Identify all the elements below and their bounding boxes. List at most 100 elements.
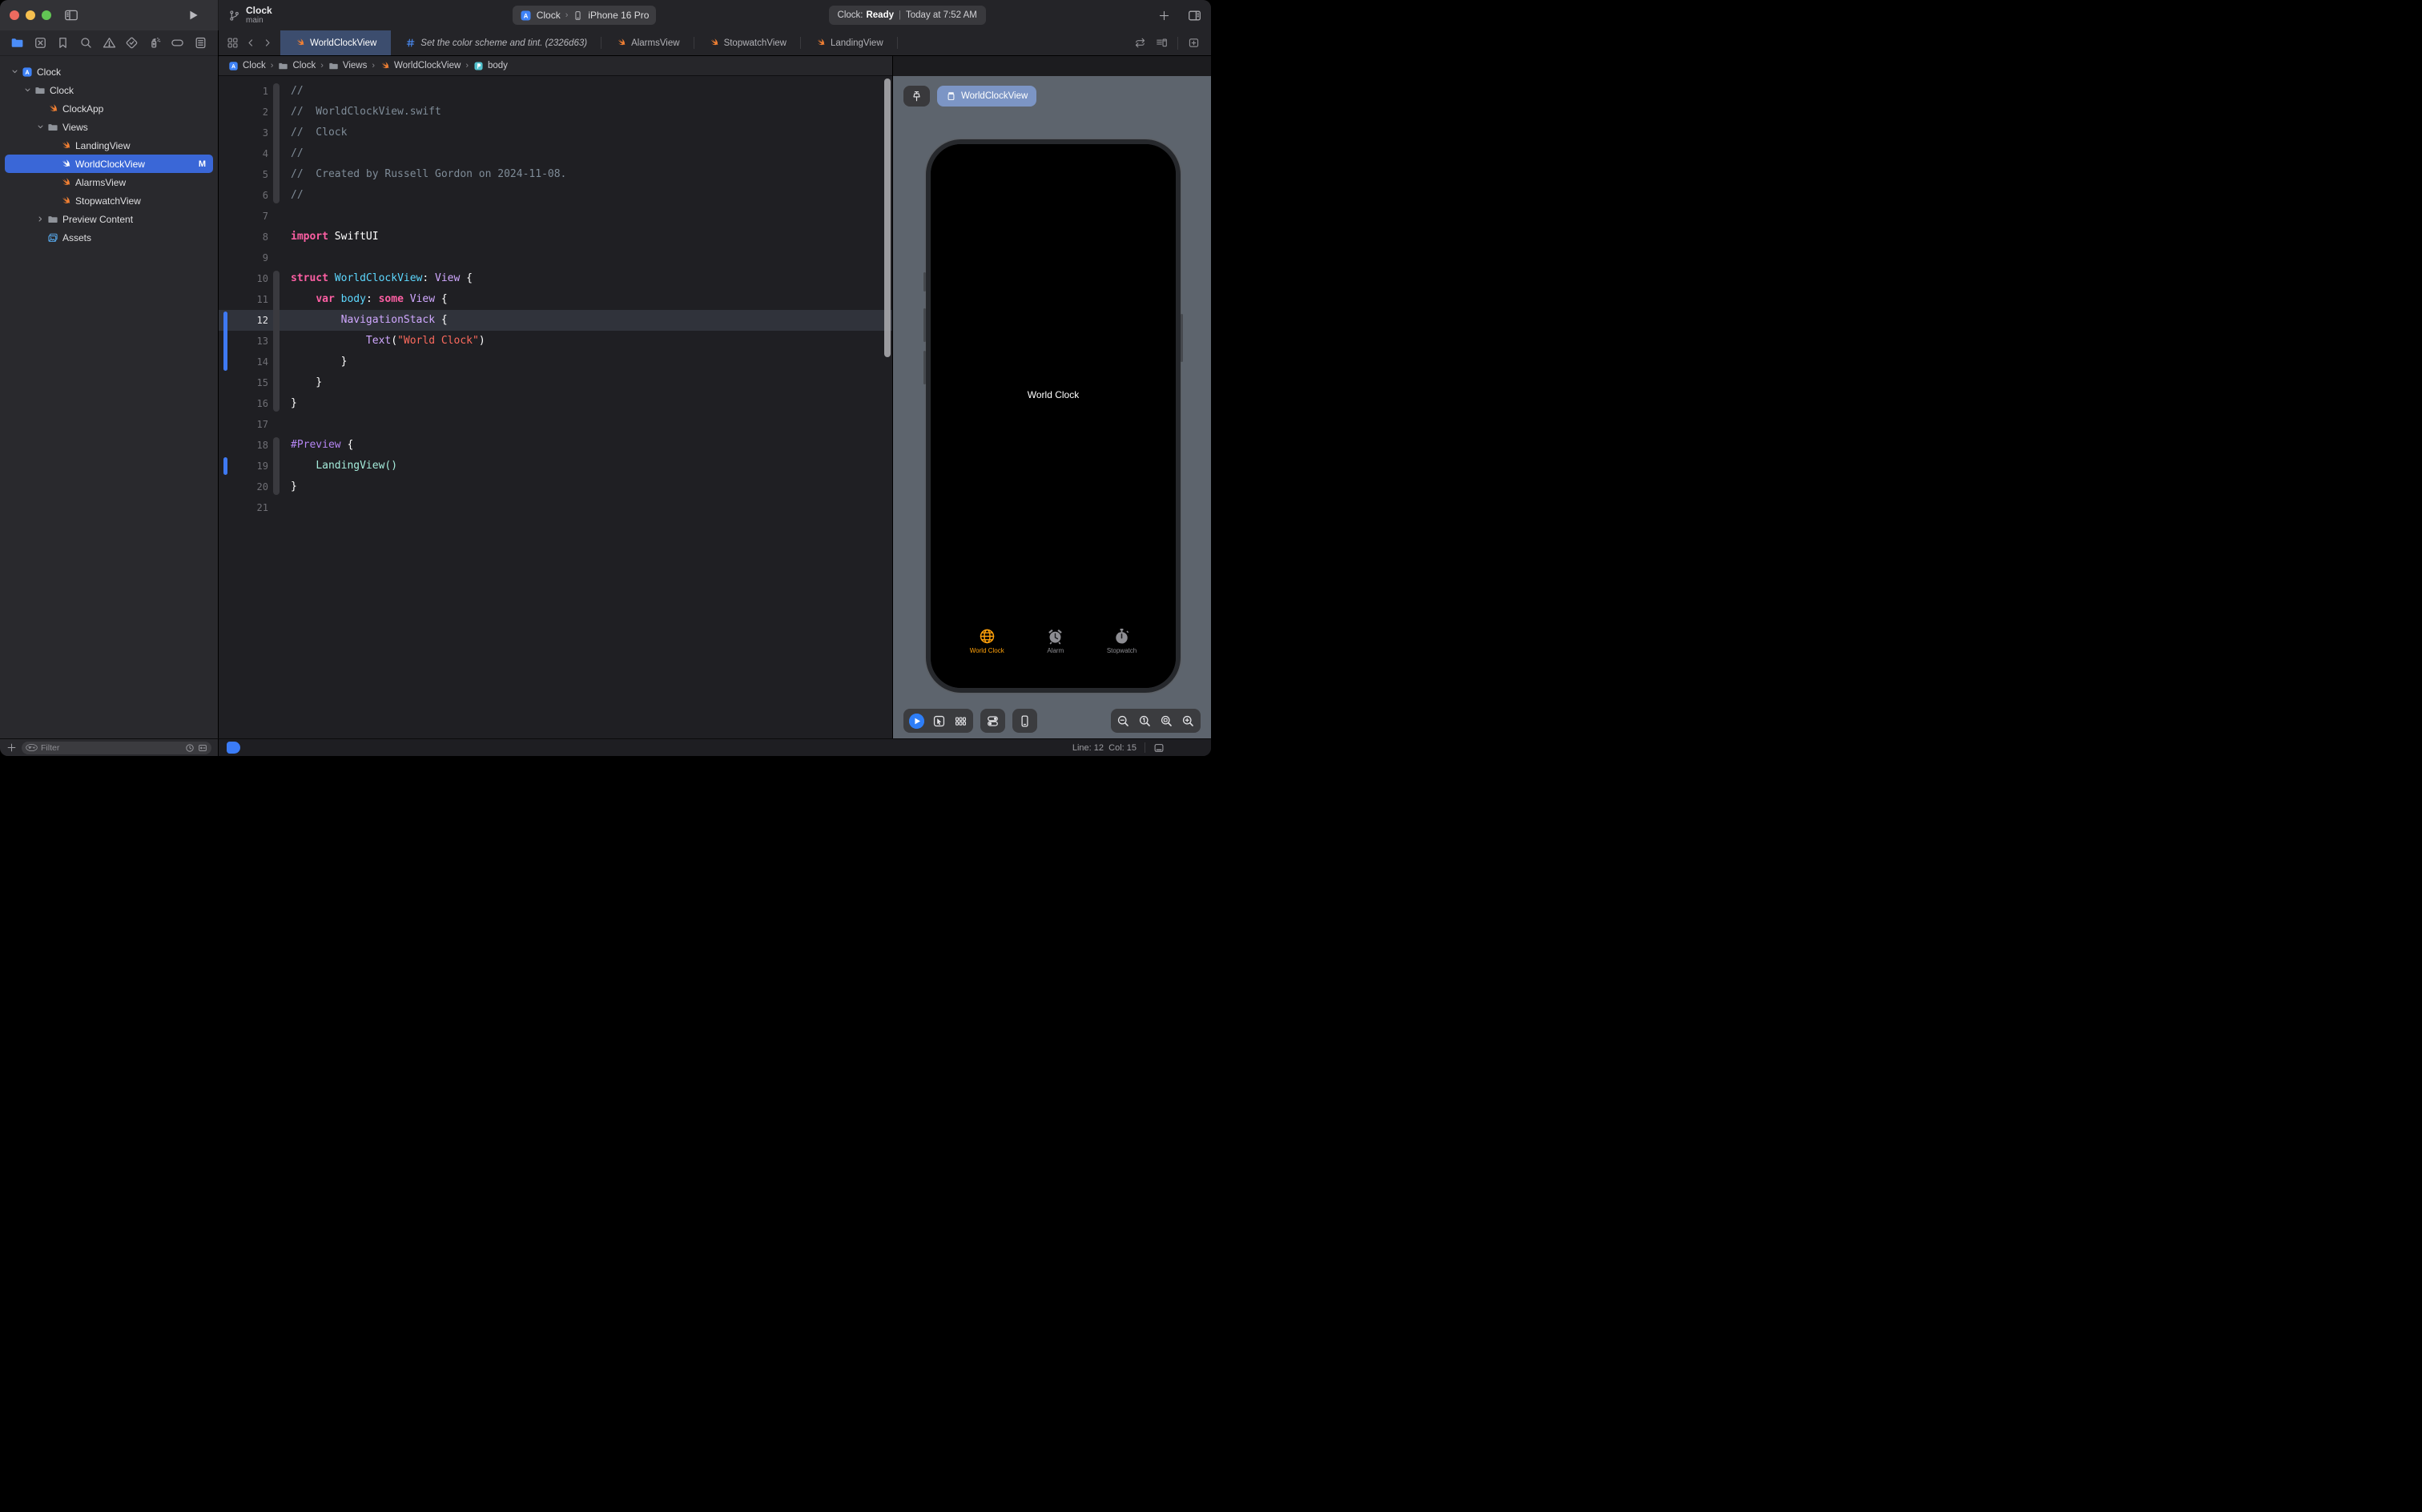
app-tab-alarm[interactable]: Alarm	[1047, 628, 1064, 654]
reports-navigator-icon[interactable]	[194, 36, 207, 50]
line-number[interactable]: 18	[219, 435, 268, 456]
line-number[interactable]: 16	[219, 393, 268, 414]
line-number[interactable]: 20	[219, 477, 268, 497]
filter-options-icon[interactable]	[26, 743, 38, 752]
line-text: NavigationStack {	[291, 310, 448, 331]
minimize-button[interactable]	[26, 10, 35, 20]
back-icon[interactable]	[246, 37, 255, 49]
debug-navigator-icon[interactable]	[148, 36, 162, 50]
preview-target-pill[interactable]: WorldClockView	[937, 86, 1036, 107]
device-bezel-button[interactable]	[1018, 714, 1032, 728]
tests-navigator-icon[interactable]	[125, 36, 139, 50]
tab-label: LandingView	[831, 38, 883, 48]
navigator-toggle-icon[interactable]	[64, 8, 78, 22]
activity-status[interactable]: Clock:Ready|Today at 7:52 AM	[829, 6, 986, 25]
line-text: }	[291, 393, 297, 414]
zoom-in-button[interactable]	[1181, 714, 1195, 728]
recents-filter-icon[interactable]	[185, 743, 195, 753]
inspector-toggle-icon[interactable]	[1188, 9, 1201, 22]
tree-item-landingview[interactable]: LandingView	[5, 136, 213, 155]
line-number[interactable]: 5	[219, 164, 268, 185]
tab-alarmsview[interactable]: AlarmsView	[601, 30, 694, 55]
filter-field[interactable]	[22, 742, 211, 754]
line-number[interactable]: 21	[219, 497, 268, 518]
code-area[interactable]: 1//2// WorldClockView.swift3// Clock4//5…	[219, 76, 892, 738]
filter-input[interactable]	[41, 743, 182, 753]
tree-item-clock[interactable]: Clock	[5, 62, 213, 81]
jumpbar-item-clock[interactable]: Clock	[278, 61, 316, 71]
tab-set-the-color-scheme-and-tint-[interactable]: Set the color scheme and tint. (2326d63)	[391, 30, 601, 55]
library-add-icon[interactable]	[1158, 10, 1170, 22]
editor-options-icon[interactable]	[1156, 37, 1168, 49]
zoom-100-button[interactable]	[1138, 714, 1152, 728]
app-tab-world-clock[interactable]: World Clock	[970, 628, 1004, 654]
editor-scrollbar[interactable]	[884, 78, 891, 357]
source-control-navigator-icon[interactable]	[34, 36, 47, 50]
jumpbar-separator: ›	[465, 61, 469, 70]
tree-item-clock[interactable]: Clock	[5, 81, 213, 99]
close-button[interactable]	[10, 10, 19, 20]
disclosure-right-icon[interactable]	[37, 215, 44, 223]
scheme-selector[interactable]: Clock › iPhone 16 Pro	[513, 6, 657, 25]
line-number[interactable]: 3	[219, 123, 268, 143]
line-number[interactable]: 9	[219, 247, 268, 268]
tree-item-views[interactable]: Views	[5, 118, 213, 136]
debug-area-toggle-icon[interactable]	[1153, 742, 1165, 754]
bookmarks-navigator-icon[interactable]	[56, 36, 70, 50]
disclosure-down-icon[interactable]	[37, 123, 44, 131]
line-number[interactable]: 17	[219, 414, 268, 435]
line-number[interactable]: 2	[219, 102, 268, 123]
app-tab-stopwatch[interactable]: Stopwatch	[1107, 628, 1137, 654]
add-file-icon[interactable]	[6, 742, 17, 753]
zoom-button[interactable]	[42, 10, 51, 20]
phone-screen[interactable]: World Clock World ClockAlarmStopwatch	[931, 144, 1176, 688]
line-number[interactable]: 10	[219, 268, 268, 289]
jumpbar-item-clock[interactable]: Clock	[228, 61, 266, 71]
disclosure-down-icon[interactable]	[24, 86, 31, 94]
device-settings-button[interactable]	[986, 714, 1000, 728]
issues-navigator-icon[interactable]	[103, 36, 116, 50]
zoom-fit-button[interactable]	[1160, 714, 1173, 728]
tree-item-clockapp[interactable]: ClockApp	[5, 99, 213, 118]
breakpoints-navigator-icon[interactable]	[171, 36, 184, 50]
selectable-mode-button[interactable]	[932, 714, 946, 728]
jumpbar-item-views[interactable]: Views	[328, 61, 367, 71]
tab-landingview[interactable]: LandingView	[801, 30, 898, 55]
tree-item-worldclockview[interactable]: WorldClockViewM	[5, 155, 213, 173]
source-change-bar[interactable]	[223, 312, 227, 371]
tab-stopwatchview[interactable]: StopwatchView	[694, 30, 801, 55]
jumpbar-separator: ›	[372, 61, 375, 70]
source-change-bar[interactable]	[223, 457, 227, 475]
jumpbar-item-worldclockview[interactable]: WorldClockView	[380, 61, 461, 71]
line-number[interactable]: 11	[219, 289, 268, 310]
jumpbar-item-body[interactable]: body	[473, 61, 508, 71]
line-number[interactable]: 7	[219, 206, 268, 227]
swap-editor-icon[interactable]	[1134, 37, 1146, 49]
tab-worldclockview[interactable]: WorldClockView	[280, 30, 391, 55]
tree-item-stopwatchview[interactable]: StopwatchView	[5, 191, 213, 210]
related-items-icon[interactable]	[227, 37, 239, 49]
line-number[interactable]: 4	[219, 143, 268, 164]
line-number[interactable]: 1	[219, 81, 268, 102]
project-branch[interactable]: Clock main	[228, 6, 272, 25]
live-preview-play-button[interactable]	[909, 714, 924, 729]
scm-filter-icon[interactable]	[198, 743, 207, 753]
disclosure-down-icon[interactable]	[11, 68, 18, 75]
forward-icon[interactable]	[263, 37, 272, 49]
line-number[interactable]: 8	[219, 227, 268, 247]
line-number[interactable]: 6	[219, 185, 268, 206]
add-editor-icon[interactable]	[1188, 37, 1200, 49]
line-number[interactable]: 15	[219, 372, 268, 393]
variants-mode-button[interactable]	[954, 714, 968, 728]
folder-icon	[278, 61, 288, 71]
breakpoint-chip[interactable]	[227, 742, 240, 754]
tree-item-label: Clock	[50, 85, 74, 96]
zoom-out-button[interactable]	[1116, 714, 1130, 728]
run-button[interactable]	[186, 8, 200, 22]
project-navigator-icon[interactable]	[10, 36, 24, 50]
tree-item-assets[interactable]: Assets	[5, 228, 213, 247]
find-navigator-icon[interactable]	[79, 36, 93, 50]
pin-preview-button[interactable]	[903, 86, 930, 107]
tree-item-preview-content[interactable]: Preview Content	[5, 210, 213, 228]
tree-item-alarmsview[interactable]: AlarmsView	[5, 173, 213, 191]
